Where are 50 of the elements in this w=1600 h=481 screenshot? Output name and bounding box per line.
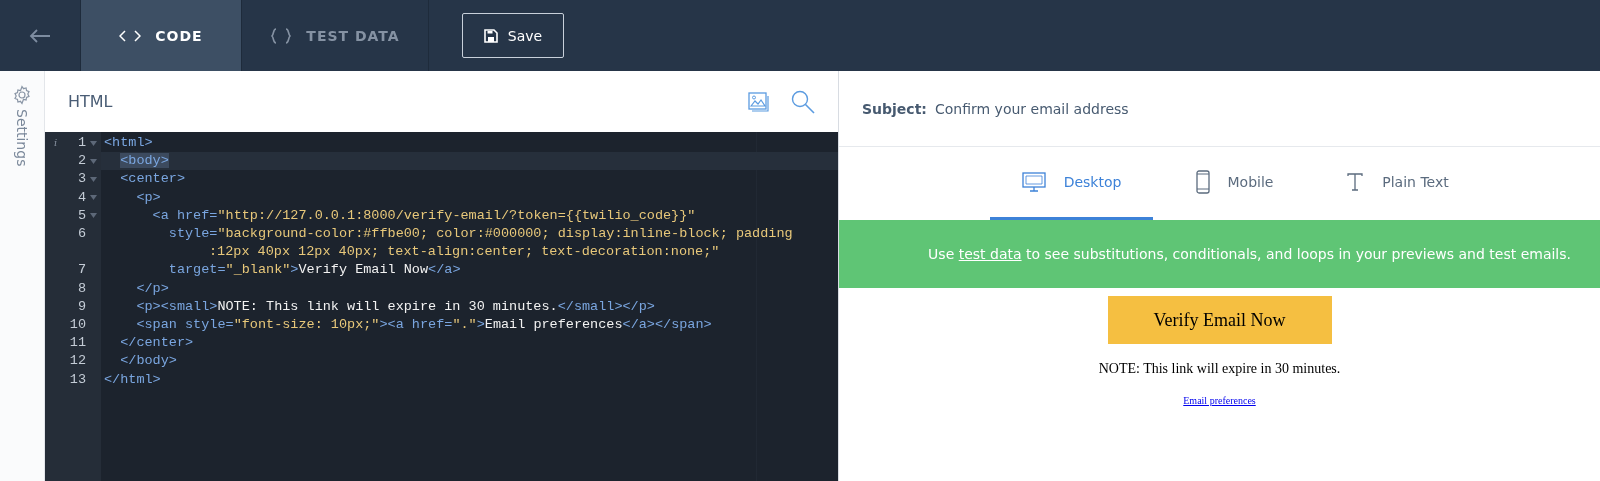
code-line: style="background-color:#ffbe00; color:#000000; display:inline-block; padding :12px 40px 12px 40px; text-align:center; text-decoration:none;" bbox=[167, 225, 794, 262]
phone-icon bbox=[1195, 170, 1210, 194]
code-line: <a href="http://127.0.0.1:8000/verify-email/?token={{twilio_code}}" bbox=[151, 206, 697, 225]
code-line: </html> bbox=[103, 370, 162, 389]
email-preferences-link[interactable]: Email preferences bbox=[1183, 395, 1256, 406]
code-line: target="_blank">Verify Email Now</a> bbox=[167, 261, 462, 280]
braces-icon bbox=[270, 27, 293, 44]
subject-text: Confirm your email address bbox=[934, 100, 1129, 117]
code-icon bbox=[119, 28, 142, 43]
editor-title: HTML bbox=[68, 92, 113, 111]
code-line: <center> bbox=[119, 170, 186, 189]
line-number: 7 bbox=[77, 261, 86, 280]
banner-text: Use test data to see substitutions, conditionals, and loops in your previews and test emails. bbox=[928, 246, 1571, 262]
line-number: 12 bbox=[69, 352, 86, 371]
code-line: <span style="font-size: 10px;"><a href=".">Email preferences</a></span> bbox=[135, 316, 713, 335]
line-number: 11 bbox=[69, 334, 86, 353]
fold-arrow-icon[interactable] bbox=[90, 158, 97, 164]
settings-label[interactable]: Settings bbox=[14, 109, 30, 167]
fold-arrow-icon[interactable] bbox=[90, 195, 97, 201]
line-number: 9 bbox=[77, 297, 86, 316]
text-type-icon bbox=[1346, 172, 1365, 192]
verify-email-button[interactable]: Verify Email Now bbox=[1107, 296, 1332, 344]
editor-tab[interactable]: CODE bbox=[81, 0, 242, 71]
line-number: 13 bbox=[69, 370, 86, 389]
info-icon: i bbox=[54, 134, 58, 153]
code-line: </center> bbox=[119, 334, 195, 353]
code-line: </body> bbox=[119, 352, 178, 371]
back-arrow-icon bbox=[29, 27, 51, 44]
save-button[interactable]: Save bbox=[462, 13, 564, 58]
code-line: </p> bbox=[135, 279, 170, 298]
subject-label: Subject: bbox=[862, 100, 927, 117]
line-number: 2 bbox=[77, 152, 86, 171]
line-number: 6 bbox=[77, 225, 86, 243]
line-number: 10 bbox=[69, 316, 86, 335]
code-line: <p> bbox=[135, 188, 162, 207]
code-line: <html> bbox=[103, 134, 154, 152]
fold-arrow-icon[interactable] bbox=[90, 140, 97, 146]
line-number: 1 bbox=[77, 134, 86, 152]
search-icon[interactable] bbox=[790, 88, 816, 115]
line-number: 8 bbox=[77, 279, 86, 298]
line-number: 4 bbox=[77, 188, 86, 207]
settings-icon[interactable] bbox=[12, 85, 32, 105]
note-text: NOTE: This link will expire in 30 minutes. bbox=[1098, 361, 1341, 377]
fold-arrow-icon[interactable] bbox=[90, 213, 97, 219]
code-line: <p><small>NOTE: This link will expire in 30 minutes.</small></p> bbox=[135, 297, 656, 316]
line-number: 5 bbox=[77, 206, 86, 225]
fold-arrow-icon[interactable] bbox=[90, 177, 97, 182]
line-number: 3 bbox=[77, 170, 86, 189]
monitor-icon bbox=[1021, 172, 1046, 192]
image-icon[interactable] bbox=[746, 89, 770, 114]
